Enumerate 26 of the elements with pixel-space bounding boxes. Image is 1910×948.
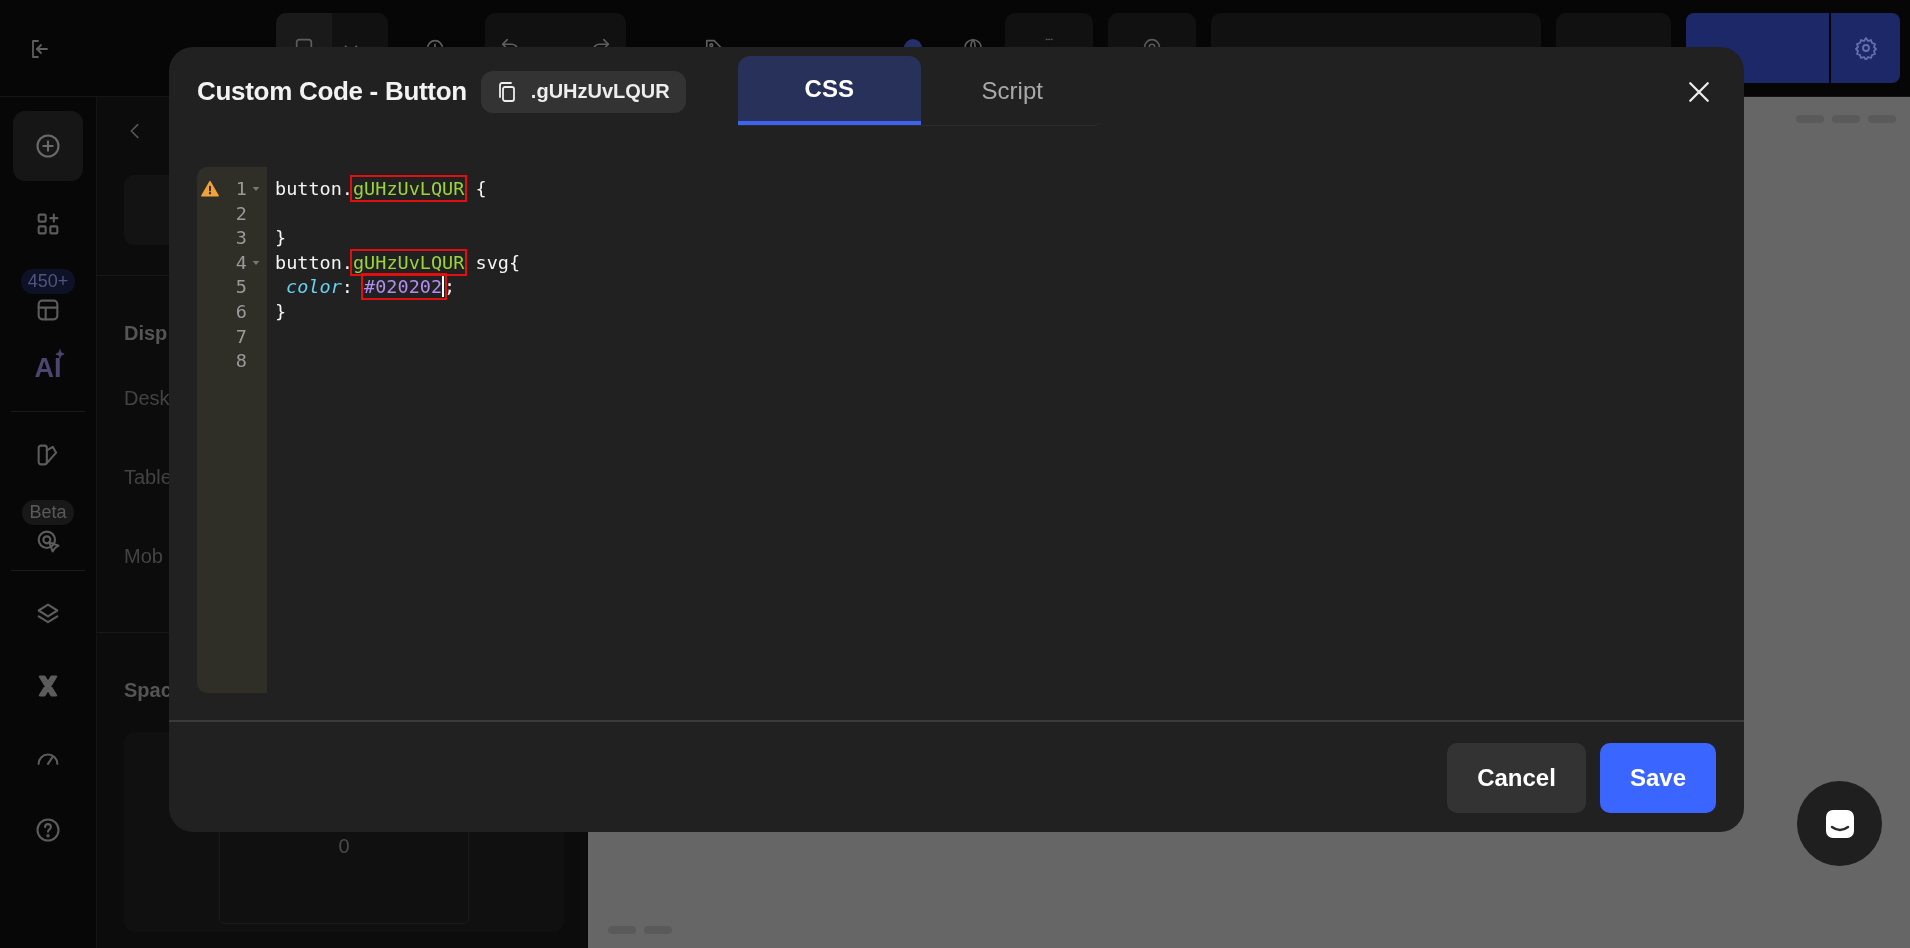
code-line: button.gUHzUvLQUR {: [275, 177, 487, 202]
section-heading: Disp: [124, 322, 168, 345]
line-number: 5: [234, 275, 247, 300]
ai-label: AI: [34, 352, 62, 384]
code-line: }: [275, 299, 287, 324]
class-name: .gUHzUvLQUR: [530, 80, 670, 103]
line-number: 7: [234, 324, 247, 349]
line-number: 6: [234, 299, 247, 324]
copy-class-button[interactable]: .gUHzUvLQUR: [480, 70, 686, 113]
tab[interactable]: CSS: [737, 56, 921, 125]
line-number: 1: [234, 177, 247, 201]
dialog-title: Custom Code - Button: [197, 76, 467, 107]
line-number: 3: [234, 226, 247, 251]
save-button[interactable]: Save: [1600, 743, 1716, 813]
badge: 450+: [20, 268, 76, 294]
badge: Beta: [22, 499, 74, 525]
code-line: color: #020202;: [275, 275, 456, 300]
tab[interactable]: Script: [920, 56, 1104, 125]
code-line: button.gUHzUvLQUR svg{: [275, 250, 521, 276]
line-number: 8: [234, 349, 247, 374]
code-editor[interactable]: 1 2 3 4 5 6 7 8 button.gUHzUvLQUR { } button.gUHzUvLQUR svg{ color: #020202; }: [197, 167, 1744, 693]
line-number: 2: [234, 201, 247, 226]
code-line: }: [275, 226, 287, 251]
line-number: 4: [234, 250, 247, 275]
section-heading: Spac: [124, 679, 172, 702]
cancel-button[interactable]: Cancel: [1447, 743, 1586, 813]
